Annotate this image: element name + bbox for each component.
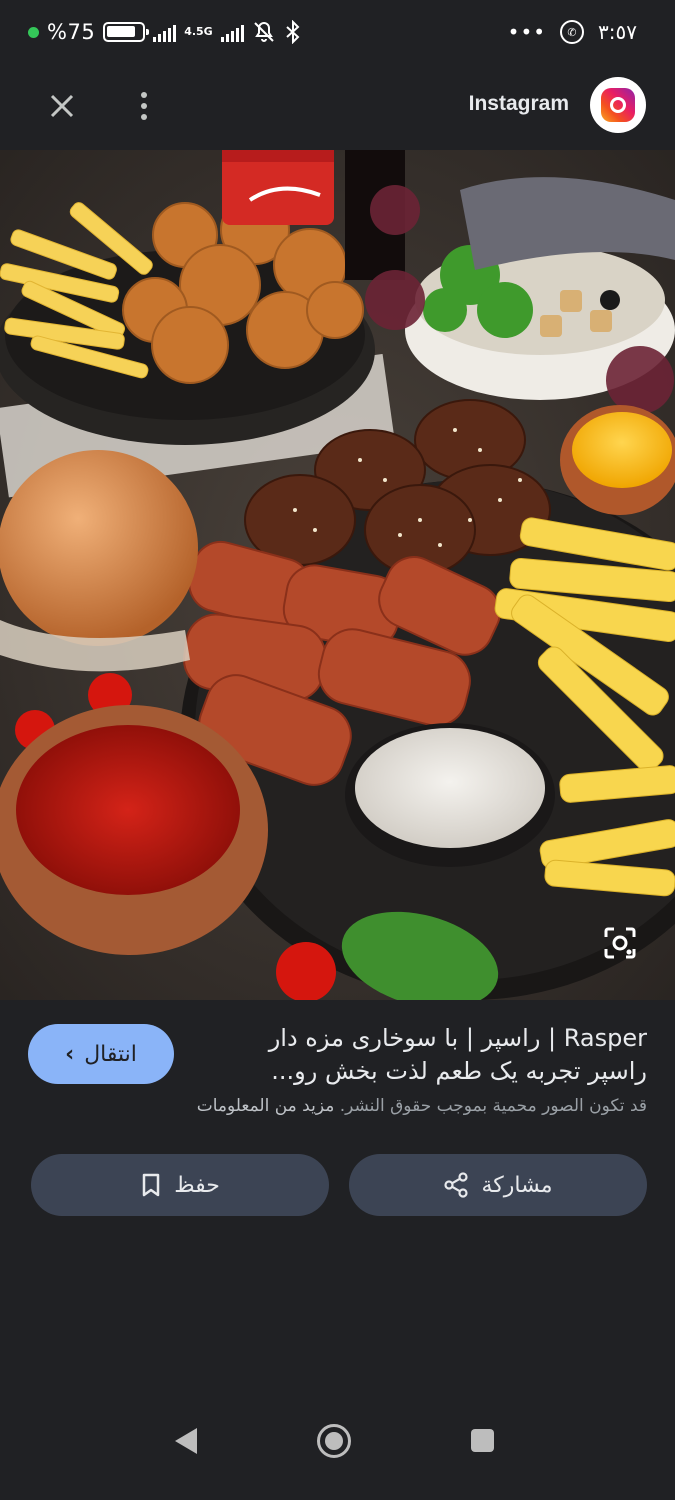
lens-search-icon xyxy=(604,927,636,959)
more-vertical-dot xyxy=(141,103,147,109)
more-notifications-icon: ••• xyxy=(507,20,547,44)
share-button-label: مشاركة xyxy=(481,1172,553,1198)
bookmark-icon xyxy=(142,1173,160,1197)
more-info-link[interactable]: مزيد من المعلومات xyxy=(197,1096,335,1116)
battery-percent: %75 xyxy=(47,20,96,44)
share-icon xyxy=(444,1172,469,1198)
share-button[interactable]: مشاركة xyxy=(349,1154,647,1216)
bluetooth-icon xyxy=(286,20,300,44)
viewer-header: Instagram xyxy=(0,66,675,150)
instagram-logo[interactable] xyxy=(590,77,646,133)
chevron-left-icon: ‹ xyxy=(65,1041,75,1067)
close-icon xyxy=(50,94,74,118)
whatsapp-icon: ✆ xyxy=(560,20,585,44)
signal-icon xyxy=(153,22,177,42)
copyright-text: قد تكون الصور محمية بموجب حقوق النشر. xyxy=(339,1096,647,1116)
save-button[interactable]: حفظ xyxy=(31,1154,329,1216)
visit-button[interactable]: ‹ انتقال xyxy=(28,1024,174,1084)
nav-back-icon[interactable] xyxy=(175,1428,197,1454)
instagram-lens xyxy=(610,97,626,113)
more-vertical-dot xyxy=(141,114,147,120)
nav-recents-icon[interactable] xyxy=(471,1429,494,1452)
save-button-label: حفظ xyxy=(174,1172,220,1198)
battery-icon xyxy=(103,22,150,42)
more-options-button[interactable] xyxy=(124,84,164,128)
network-type: 4.5G xyxy=(184,25,213,38)
system-nav-bar xyxy=(0,1420,675,1500)
result-image[interactable] xyxy=(0,150,675,1000)
result-title[interactable]: Rasper | راسپر | با سوخاری مزه دار راسپر… xyxy=(207,1022,647,1088)
screen: %75 4.5G ••• ✆ ٣:٥٧ Instagram ‹ انتقال R… xyxy=(0,0,675,1500)
source-name[interactable]: Instagram xyxy=(469,92,569,116)
status-bar: %75 4.5G ••• ✆ ٣:٥٧ xyxy=(0,0,675,66)
instagram-icon xyxy=(601,88,635,122)
visit-button-label: انتقال xyxy=(84,1041,137,1067)
home-dot xyxy=(325,1432,343,1450)
signal-icon-secondary xyxy=(220,22,244,42)
close-button[interactable] xyxy=(40,84,84,128)
clock: ٣:٥٧ xyxy=(598,20,637,44)
privacy-indicator-dot xyxy=(28,26,39,38)
food-photo xyxy=(0,150,675,1000)
bell-off-icon xyxy=(253,21,274,42)
status-left: %75 4.5G xyxy=(28,20,302,44)
nav-home-icon[interactable] xyxy=(317,1424,351,1458)
copyright-notice: قد تكون الصور محمية بموجب حقوق النشر. مز… xyxy=(27,1096,647,1116)
lens-search-button[interactable] xyxy=(603,926,637,960)
status-right: ••• ✆ ٣:٥٧ xyxy=(508,20,637,44)
more-vertical-icon xyxy=(141,92,147,98)
